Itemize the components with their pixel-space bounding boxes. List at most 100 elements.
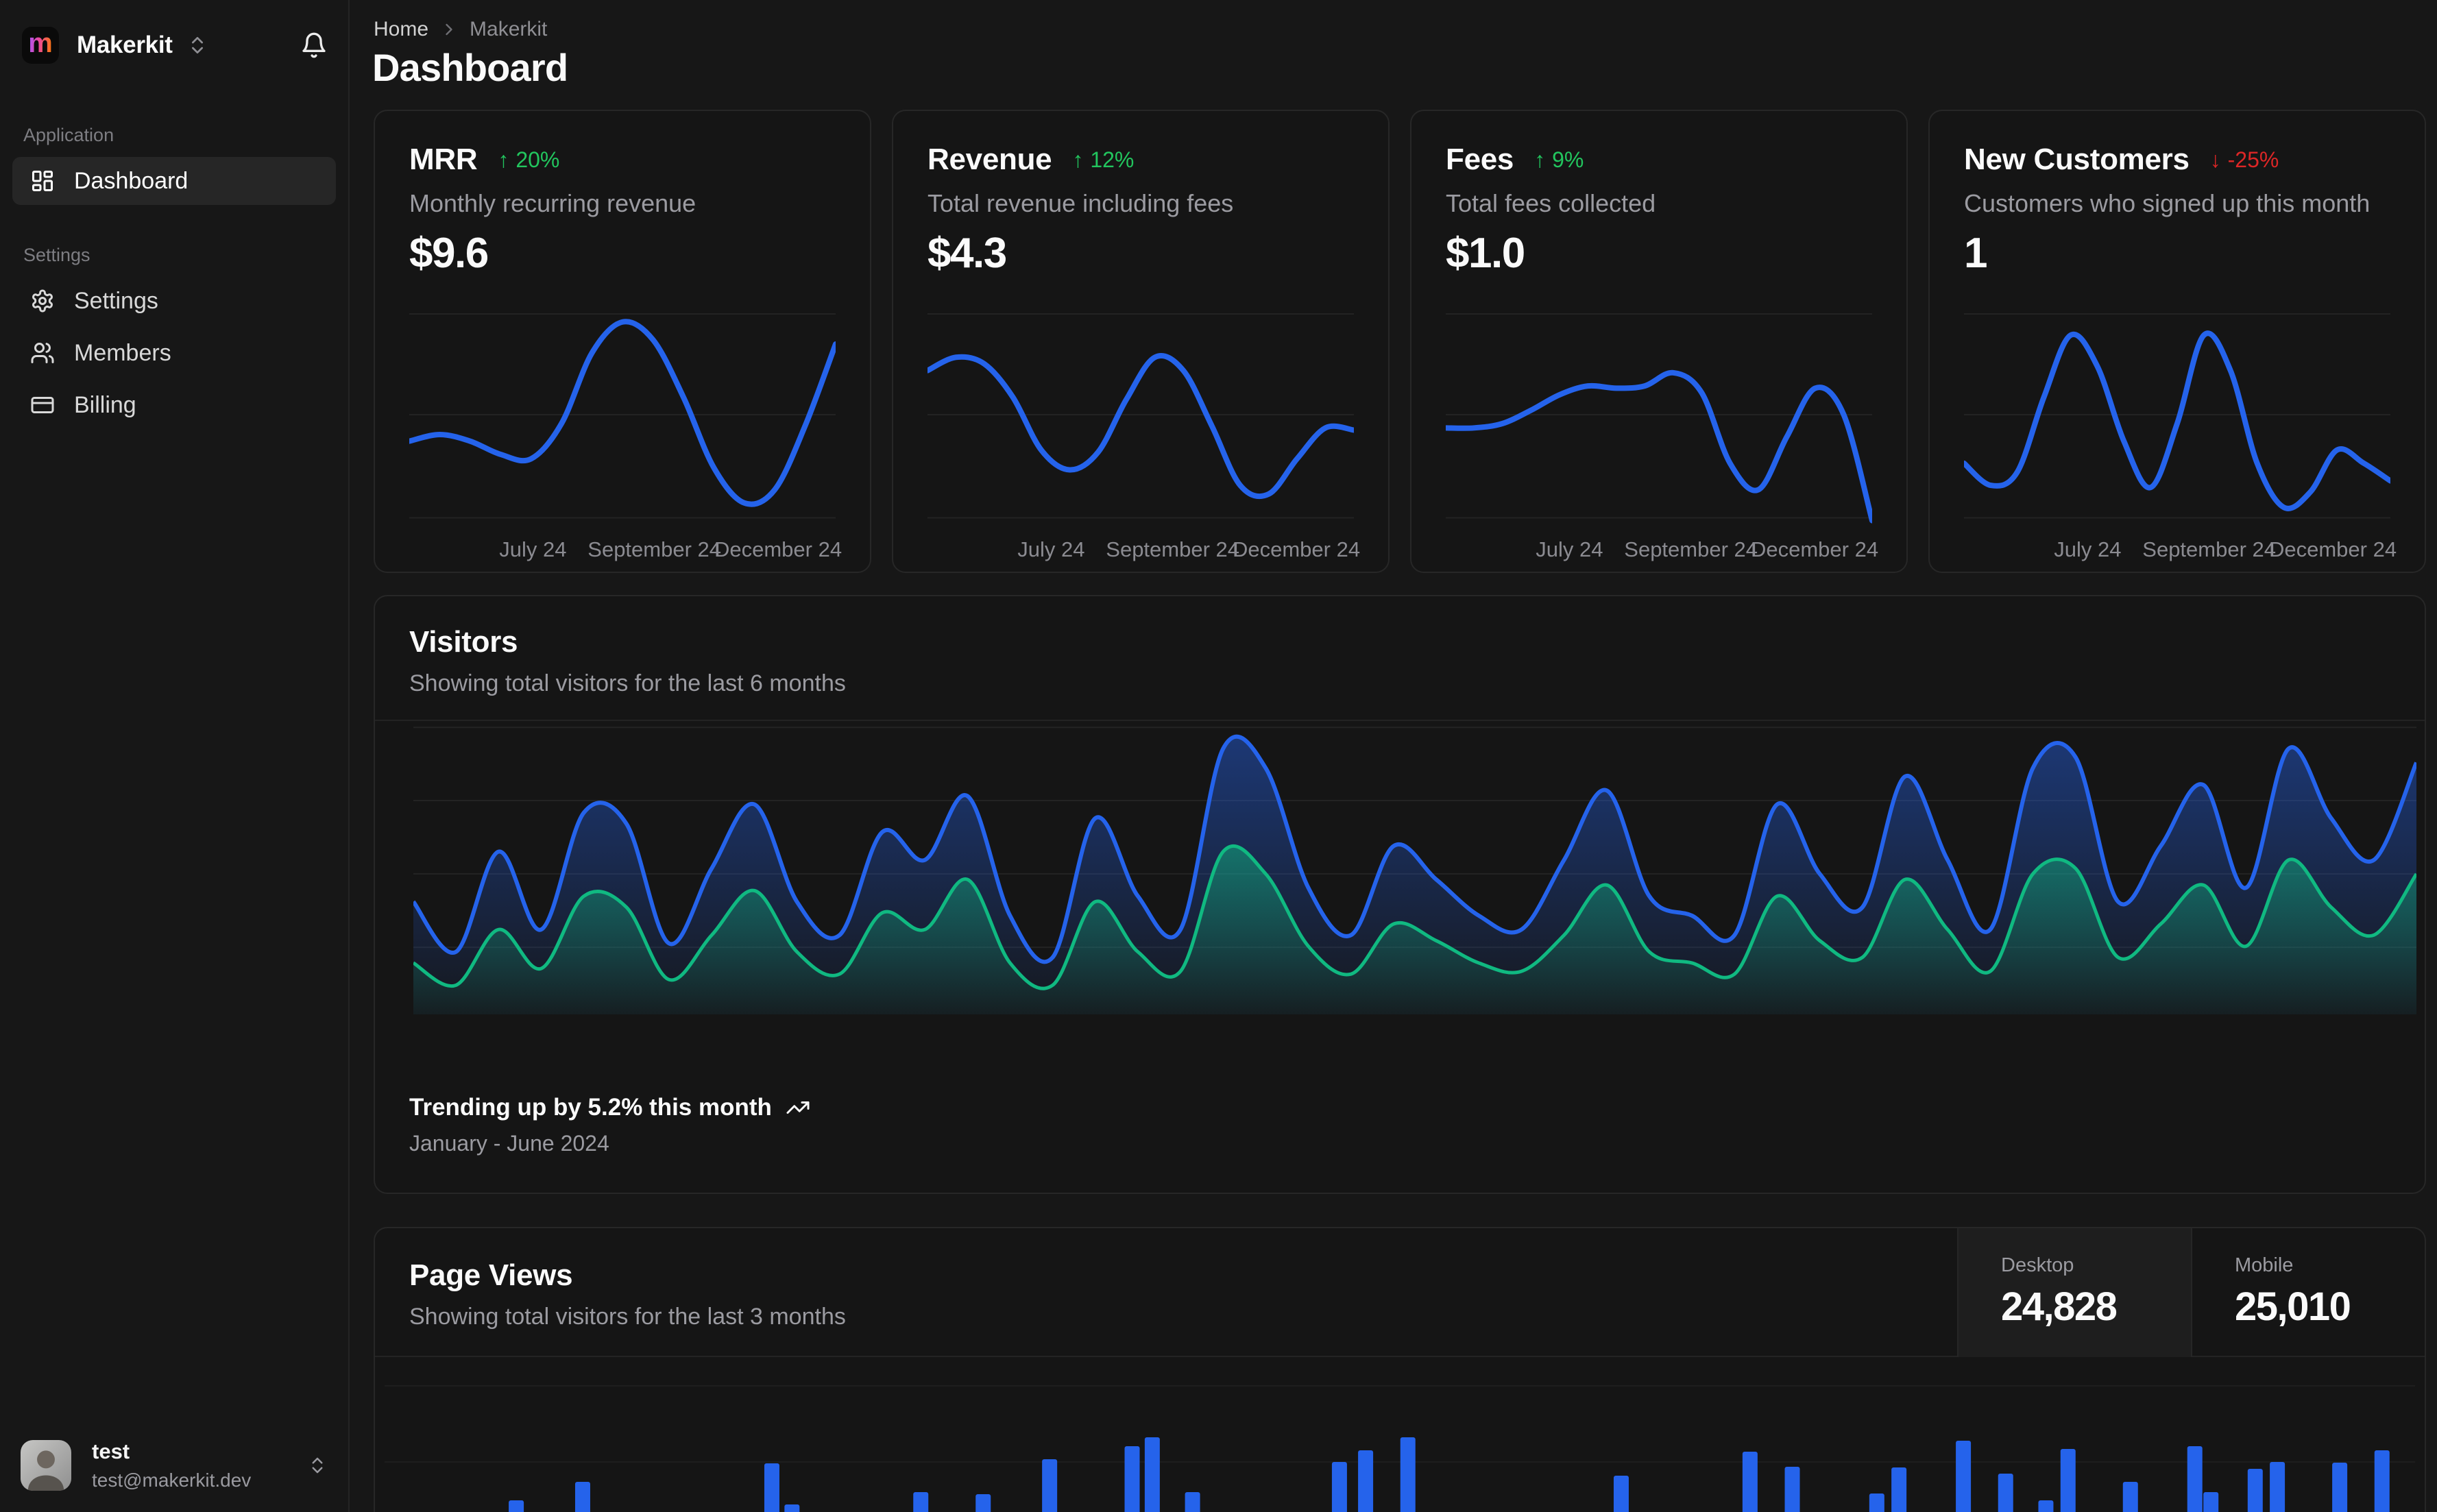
makerkit-logo: m [22, 27, 59, 64]
new-customers-sparkline-chart [1961, 297, 2393, 532]
workspace-name: Makerkit [77, 32, 173, 58]
change-percent: 9% [1552, 147, 1584, 172]
sidebar-item-label: Members [74, 339, 171, 366]
sidebar-nav: Application Dashboard Settings Settings [0, 125, 348, 433]
sidebar: m Makerkit Application Dashboard Setting… [0, 0, 350, 1512]
change-percent: -25% [2227, 147, 2279, 172]
revenue-sparkline-chart [925, 297, 1357, 532]
nav-section-settings: Settings Settings Members Billing [12, 245, 336, 429]
visitors-card: Visitors Showing total visitors for the … [374, 595, 2426, 1194]
visitors-trending: Trending up by 5.2% this month [409, 1094, 810, 1121]
visitors-subtitle: Showing total visitors for the last 6 mo… [409, 670, 846, 696]
workspace-selector[interactable]: m Makerkit [0, 0, 348, 73]
layout-dashboard-icon [30, 169, 55, 193]
x-tick: December 24 [714, 537, 842, 561]
visitors-header: Visitors Showing total visitors for the … [375, 596, 2425, 721]
stat-title: Revenue [927, 143, 1052, 176]
page-title: Dashboard [372, 46, 568, 89]
page-views-header: Page Views Showing total visitors for th… [375, 1228, 2425, 1357]
nav-section-application: Application Dashboard [12, 125, 336, 205]
visitors-area-chart [411, 727, 2418, 1014]
stat-card-fees: Fees ↑ 9% Total fees collected $1.0 July… [1410, 110, 1908, 573]
x-axis-labels: July 24 September 24 December 24 [409, 537, 842, 563]
toggle-mobile[interactable]: Mobile 25,010 [2191, 1228, 2425, 1357]
x-tick: September 24 [1624, 537, 1758, 561]
toggle-label: Desktop [2001, 1254, 2074, 1276]
stat-value: $4.3 [927, 230, 1007, 277]
stat-value: 1 [1964, 230, 1987, 277]
visitors-title: Visitors [409, 625, 518, 659]
trend-badge: ↑ 12% [1072, 147, 1134, 173]
breadcrumb-current: Makerkit [470, 18, 548, 40]
makerkit-dashboard-app: m Makerkit Application Dashboard Setting… [0, 0, 2437, 1512]
trending-up-icon [786, 1095, 810, 1120]
x-tick: December 24 [1750, 537, 1879, 561]
breadcrumb-home-link[interactable]: Home [374, 18, 428, 41]
toggle-value: 24,828 [2001, 1284, 2118, 1329]
stat-cards-row: MRR ↑ 20% Monthly recurring revenue $9.6… [374, 110, 2426, 573]
x-tick: December 24 [2268, 537, 2397, 561]
sidebar-item-billing[interactable]: Billing [12, 381, 336, 429]
stat-value: $9.6 [409, 230, 489, 277]
x-tick: September 24 [1106, 537, 1240, 561]
page-views-toggles: Desktop 24,828 Mobile 25,010 [1957, 1228, 2425, 1357]
chevrons-up-down-icon[interactable] [307, 1455, 328, 1476]
bell-icon[interactable] [300, 32, 328, 59]
avatar [21, 1440, 71, 1491]
stat-subtitle: Monthly recurring revenue [409, 189, 696, 217]
stat-card-new-customers: New Customers ↓ -25% Customers who signe… [1928, 110, 2426, 573]
main-content: Home Makerkit Dashboard MRR ↑ 20% Monthl… [350, 0, 2437, 1512]
sidebar-item-members[interactable]: Members [12, 329, 336, 377]
x-tick: September 24 [587, 537, 722, 561]
change-percent: 12% [1090, 147, 1135, 172]
user-name: test [92, 1439, 130, 1463]
arrow-up-icon: ↑ [1072, 147, 1084, 172]
page-views-card: Page Views Showing total visitors for th… [374, 1227, 2426, 1512]
stat-card-mrr: MRR ↑ 20% Monthly recurring revenue $9.6… [374, 110, 871, 573]
sidebar-item-label: Billing [74, 391, 136, 418]
x-axis-labels: July 24 September 24 December 24 [927, 537, 1360, 563]
x-axis-labels: July 24 September 24 December 24 [1964, 537, 2397, 563]
chevron-right-icon [439, 20, 459, 39]
toggle-label: Mobile [2235, 1254, 2294, 1276]
arrow-down-icon: ↓ [2209, 147, 2221, 172]
stat-title: MRR [409, 143, 478, 176]
page-views-title: Page Views [409, 1258, 573, 1292]
user-meta: test test@makerkit.dev [92, 1439, 251, 1491]
x-tick: July 24 [2054, 537, 2122, 561]
sidebar-item-settings[interactable]: Settings [12, 277, 336, 325]
users-icon [30, 341, 55, 365]
user-menu[interactable]: test test@makerkit.dev [0, 1422, 348, 1512]
stat-subtitle: Customers who signed up this month [1964, 189, 2371, 217]
x-tick: December 24 [1232, 537, 1361, 561]
chevrons-up-down-icon[interactable] [186, 34, 208, 56]
trend-badge: ↓ -25% [2210, 147, 2279, 173]
nav-section-label: Application [23, 125, 114, 145]
fees-sparkline-chart [1443, 297, 1875, 532]
mrr-sparkline-chart [407, 297, 838, 532]
user-email: test@makerkit.dev [92, 1470, 252, 1491]
toggle-value: 25,010 [2235, 1284, 2351, 1329]
stat-subtitle: Total fees collected [1446, 189, 1656, 217]
makerkit-logo-letter: m [28, 28, 53, 58]
page-views-bar-chart [385, 1357, 2415, 1512]
stat-title: New Customers [1964, 143, 2190, 176]
gear-icon [30, 289, 55, 313]
page-views-subtitle: Showing total visitors for the last 3 mo… [409, 1304, 846, 1330]
trend-badge: ↑ 20% [498, 147, 559, 173]
toggle-desktop[interactable]: Desktop 24,828 [1957, 1228, 2191, 1357]
sidebar-item-label: Dashboard [74, 167, 189, 194]
stat-title: Fees [1446, 143, 1514, 176]
breadcrumb: Home Makerkit [374, 18, 547, 41]
x-tick: September 24 [2142, 537, 2277, 561]
credit-card-icon [30, 393, 55, 417]
x-tick: July 24 [1017, 537, 1085, 561]
nav-section-label: Settings [23, 245, 90, 265]
arrow-up-icon: ↑ [1534, 147, 1546, 172]
x-tick: July 24 [499, 537, 567, 561]
sidebar-item-label: Settings [74, 287, 158, 314]
stat-value: $1.0 [1446, 230, 1525, 277]
sidebar-item-dashboard[interactable]: Dashboard [12, 157, 336, 205]
x-axis-labels: July 24 September 24 December 24 [1446, 537, 1878, 563]
trend-badge: ↑ 9% [1534, 147, 1584, 173]
